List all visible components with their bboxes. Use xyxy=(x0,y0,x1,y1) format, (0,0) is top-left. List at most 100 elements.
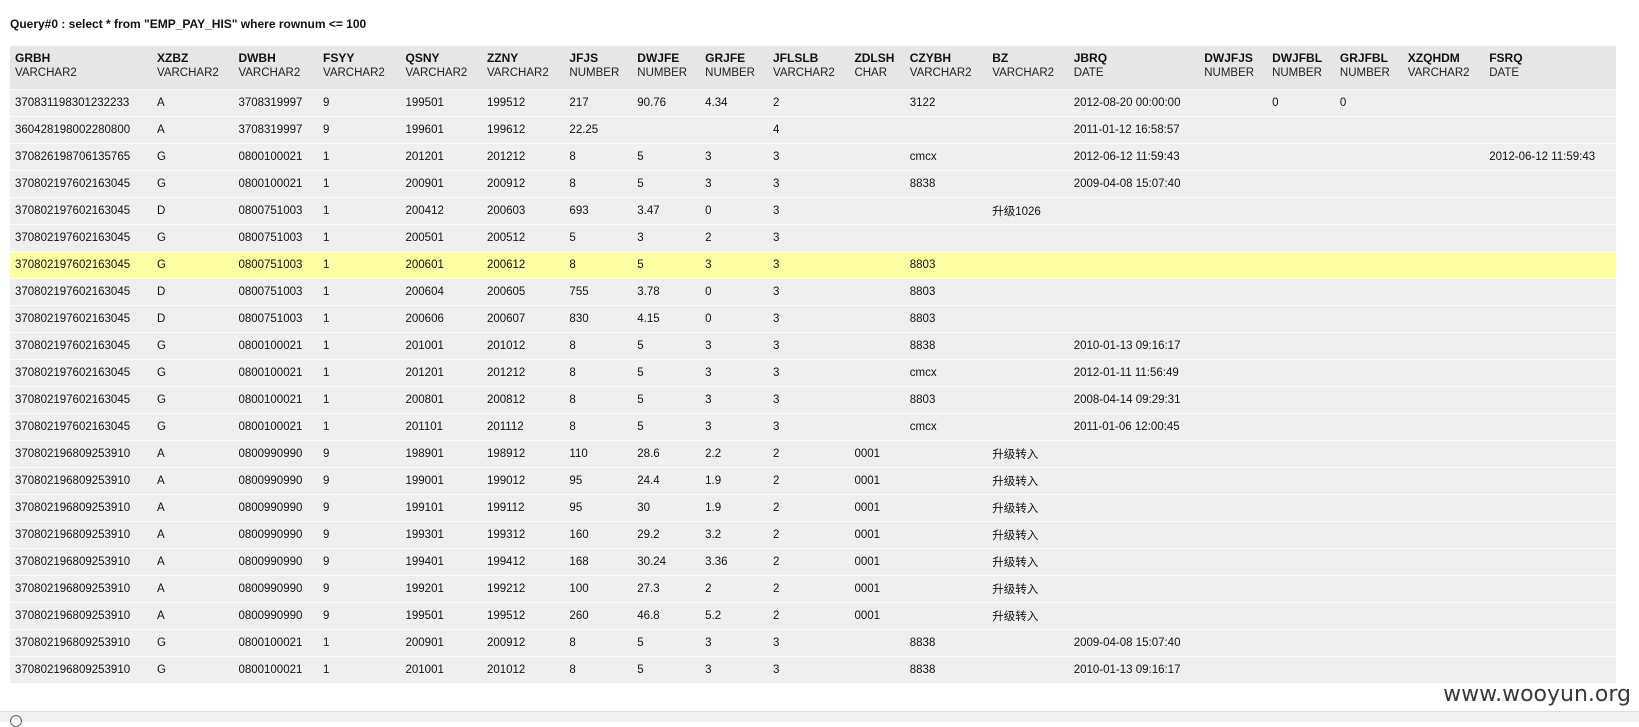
cell-grjfe[interactable]: 5.2 xyxy=(700,602,768,630)
cell-zdlsh[interactable] xyxy=(849,278,905,306)
cell-grbh[interactable]: 370802196809253910 xyxy=(10,494,152,522)
cell-dwjfe[interactable]: 5 xyxy=(632,143,701,171)
cell-qsny[interactable]: 199401 xyxy=(400,548,482,576)
cell-dwbh[interactable]: 0800990990 xyxy=(233,521,319,549)
cell-dwjfbl[interactable] xyxy=(1267,305,1335,333)
cell-jbrq[interactable] xyxy=(1068,197,1200,225)
cell-bz[interactable] xyxy=(987,413,1069,441)
cell-jfjs[interactable]: 8 xyxy=(564,629,633,657)
cell-xzbz[interactable]: A xyxy=(152,440,234,468)
cell-zzny[interactable]: 201212 xyxy=(481,359,565,387)
cell-zdlsh[interactable]: 0001 xyxy=(849,548,905,576)
cell-xzqhdm[interactable] xyxy=(1402,521,1485,549)
cell-zdlsh[interactable] xyxy=(849,116,905,144)
cell-xzqhdm[interactable] xyxy=(1402,467,1485,495)
cell-xzqhdm[interactable] xyxy=(1402,494,1485,522)
table-row[interactable]: 370802196809253910 A 0800990990 9 199201 1992… xyxy=(10,575,1616,603)
cell-jbrq[interactable]: 2009-04-08 15:07:40 xyxy=(1068,629,1200,657)
cell-bz[interactable] xyxy=(987,170,1069,198)
table-row[interactable]: 370802196809253910 A 0800990990 9 199101 1991… xyxy=(10,494,1616,522)
cell-xzqhdm[interactable] xyxy=(1402,278,1485,306)
cell-zdlsh[interactable]: 0001 xyxy=(849,602,905,630)
cell-jfjs[interactable]: 160 xyxy=(564,521,633,549)
cell-fsyy[interactable]: 1 xyxy=(318,305,401,333)
cell-dwjfbl[interactable] xyxy=(1267,170,1335,198)
cell-jfjs[interactable]: 8 xyxy=(564,143,633,171)
cell-zdlsh[interactable] xyxy=(849,251,905,279)
cell-czybh[interactable]: cmcx xyxy=(904,359,988,387)
cell-grjfbl[interactable] xyxy=(1334,359,1403,387)
cell-grjfe[interactable]: 3 xyxy=(700,359,768,387)
cell-dwjfe[interactable]: 5 xyxy=(632,359,701,387)
cell-dwjfjs[interactable] xyxy=(1199,170,1268,198)
cell-dwjfjs[interactable] xyxy=(1199,251,1268,279)
cell-grjfbl[interactable] xyxy=(1334,386,1403,414)
cell-jbrq[interactable]: 2010-01-13 09:16:17 xyxy=(1068,332,1200,360)
cell-dwjfjs[interactable] xyxy=(1199,89,1268,117)
cell-dwbh[interactable]: 0800100021 xyxy=(233,629,319,657)
cell-grjfbl[interactable] xyxy=(1334,305,1403,333)
cell-czybh[interactable] xyxy=(904,575,988,603)
cell-dwbh[interactable]: 0800100021 xyxy=(233,170,319,198)
cell-dwjfbl[interactable] xyxy=(1267,413,1335,441)
cell-dwjfbl[interactable] xyxy=(1267,143,1335,171)
cell-fsyy[interactable]: 1 xyxy=(318,170,401,198)
cell-czybh[interactable] xyxy=(904,548,988,576)
cell-dwjfjs[interactable] xyxy=(1199,629,1268,657)
cell-dwjfe[interactable]: 5 xyxy=(632,170,701,198)
cell-dwjfjs[interactable] xyxy=(1199,494,1268,522)
cell-bz[interactable]: 升级1026 xyxy=(987,197,1069,225)
cell-fsyy[interactable]: 1 xyxy=(318,224,401,252)
cell-zzny[interactable]: 199212 xyxy=(481,575,565,603)
cell-jbrq[interactable]: 2012-06-12 11:59:43 xyxy=(1068,143,1200,171)
cell-grjfe[interactable]: 2 xyxy=(700,575,768,603)
cell-grjfbl[interactable] xyxy=(1334,251,1403,279)
cell-grjfbl[interactable] xyxy=(1334,224,1403,252)
cell-qsny[interactable]: 200604 xyxy=(400,278,482,306)
column-header-jfjs[interactable]: JFJS NUMBER xyxy=(564,46,633,90)
cell-grjfe[interactable]: 3.36 xyxy=(700,548,768,576)
cell-zzny[interactable]: 200605 xyxy=(481,278,565,306)
cell-bz[interactable] xyxy=(987,278,1069,306)
cell-qsny[interactable]: 201201 xyxy=(400,359,482,387)
cell-czybh[interactable] xyxy=(904,602,988,630)
cell-dwjfjs[interactable] xyxy=(1199,548,1268,576)
cell-xzqhdm[interactable] xyxy=(1402,575,1485,603)
cell-jflslb[interactable]: 4 xyxy=(768,116,850,144)
cell-grjfbl[interactable] xyxy=(1334,143,1403,171)
cell-grbh[interactable]: 370802196809253910 xyxy=(10,521,152,549)
cell-xzbz[interactable]: G xyxy=(152,629,234,657)
table-row[interactable]: 370802197602163045 D 0800751003 1 200604 2006… xyxy=(10,278,1616,306)
cell-jfjs[interactable]: 8 xyxy=(564,251,633,279)
cell-fsyy[interactable]: 9 xyxy=(318,521,401,549)
cell-dwjfe[interactable]: 3 xyxy=(632,224,701,252)
cell-dwjfjs[interactable] xyxy=(1199,332,1268,360)
cell-bz[interactable] xyxy=(987,386,1069,414)
cell-grjfbl[interactable] xyxy=(1334,656,1403,684)
cell-grjfe[interactable]: 3 xyxy=(700,332,768,360)
cell-xzbz[interactable]: D xyxy=(152,305,234,333)
cell-grjfe[interactable]: 3 xyxy=(700,170,768,198)
cell-grbh[interactable]: 370802196809253910 xyxy=(10,467,152,495)
cell-xzbz[interactable]: G xyxy=(152,224,234,252)
cell-zzny[interactable]: 200603 xyxy=(481,197,565,225)
cell-xzqhdm[interactable] xyxy=(1402,89,1485,117)
cell-dwjfbl[interactable] xyxy=(1267,575,1335,603)
cell-fsrq[interactable] xyxy=(1484,656,1616,684)
cell-jflslb[interactable]: 3 xyxy=(768,359,850,387)
cell-xzbz[interactable]: A xyxy=(152,602,234,630)
cell-jflslb[interactable]: 2 xyxy=(768,440,850,468)
cell-czybh[interactable]: cmcx xyxy=(904,143,988,171)
cell-fsrq[interactable] xyxy=(1484,197,1616,225)
cell-xzbz[interactable]: G xyxy=(152,413,234,441)
column-header-dwjfbl[interactable]: DWJFBL NUMBER xyxy=(1267,46,1335,90)
cell-dwjfe[interactable]: 29.2 xyxy=(632,521,701,549)
table-row[interactable]: 360428198002280800 A 3708319997 9 199601 1996… xyxy=(10,116,1616,144)
cell-jbrq[interactable]: 2011-01-06 12:00:45 xyxy=(1068,413,1200,441)
cell-jflslb[interactable]: 3 xyxy=(768,143,850,171)
cell-dwbh[interactable]: 0800100021 xyxy=(233,656,319,684)
cell-bz[interactable] xyxy=(987,224,1069,252)
cell-grjfbl[interactable] xyxy=(1334,332,1403,360)
cell-xzqhdm[interactable] xyxy=(1402,548,1485,576)
cell-dwbh[interactable]: 3708319997 xyxy=(233,89,319,117)
